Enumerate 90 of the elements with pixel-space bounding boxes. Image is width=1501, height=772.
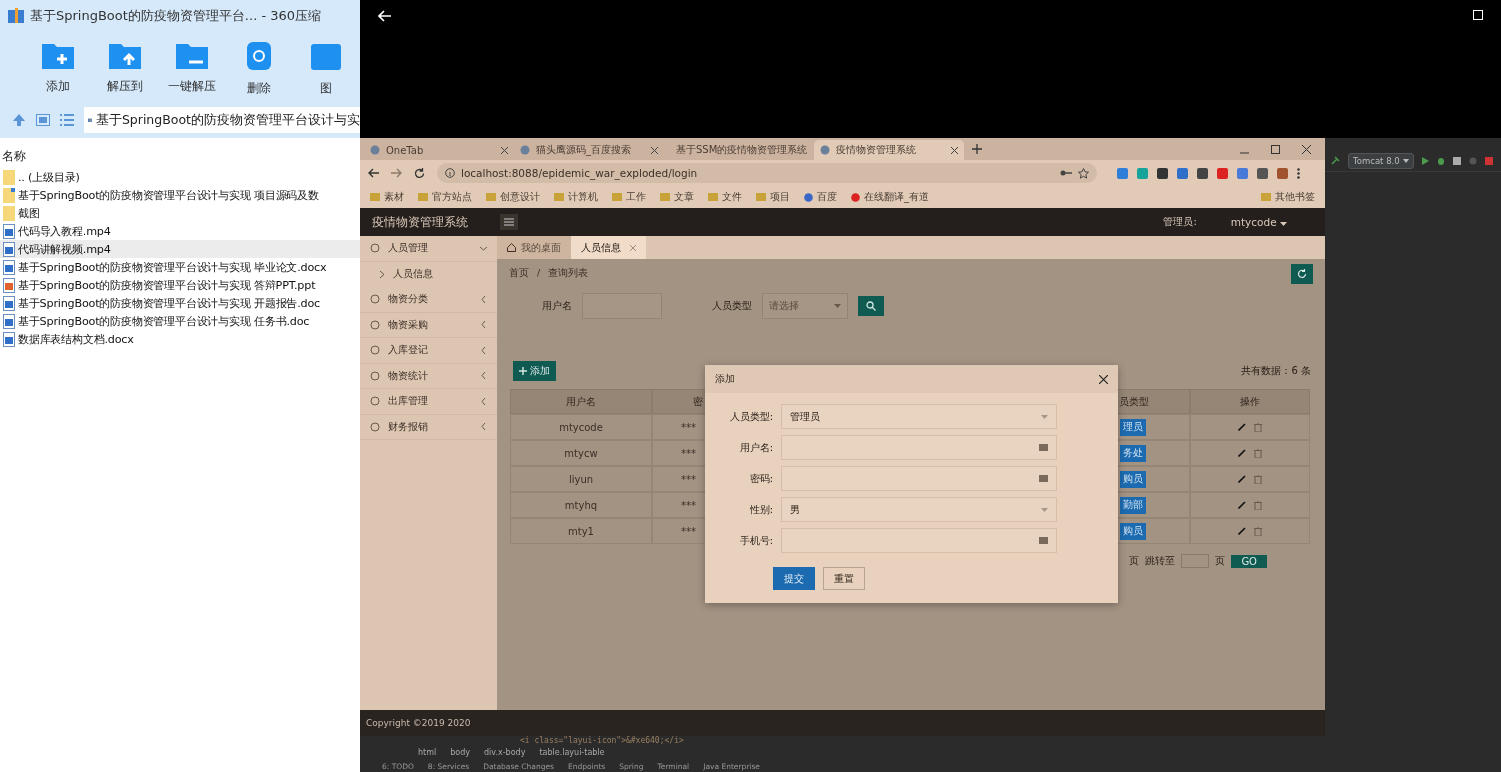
page-tab[interactable]: 我的桌面 — [497, 236, 571, 259]
file-row[interactable]: .. (上级目录) — [0, 168, 360, 186]
select-field[interactable]: 男 — [781, 497, 1057, 522]
toolbar-button[interactable]: 一键解压 — [158, 39, 226, 95]
table-cell: mtycode — [510, 414, 652, 440]
bookmark[interactable]: 在线翻译_有道 — [851, 190, 929, 204]
breadcrumb: / — [537, 266, 541, 278]
table-cell: mty1 — [510, 518, 652, 544]
bookmark[interactable]: 其他书签 — [1261, 190, 1315, 204]
field-label: 人员类型 — [712, 299, 752, 313]
column-header: 用户名 — [510, 389, 652, 414]
dialog-title: 添加 — [715, 372, 735, 386]
sidebar-subitem[interactable]: 人员信息 — [360, 261, 497, 287]
file-row[interactable]: 数据库表结构文档.docx — [0, 330, 360, 348]
address-field[interactable]: localhost:8088/epidemic_war_exploded/login — [437, 163, 1097, 183]
toolbar-button[interactable]: 添加 — [24, 39, 92, 95]
role-label: 管理员: — [1163, 215, 1197, 229]
window-title: 基于SpringBoot的防疫物资管理平台... - 360压缩 — [30, 7, 322, 25]
toolbar-button[interactable]: 删除 — [225, 37, 293, 97]
file-name: .. (上级目录) — [18, 169, 80, 185]
pager-text: 页 — [1215, 554, 1226, 568]
file-row[interactable]: 基于SpringBoot的防疫物资管理平台设计与实现 项目源码及数 — [0, 186, 360, 204]
file-name: 基于SpringBoot的防疫物资管理平台设计与实现 项目源码及数 — [18, 187, 319, 203]
bookmark[interactable]: 工作 — [612, 190, 646, 204]
select-field[interactable]: 管理员 — [781, 404, 1057, 429]
total-count: 共有数据：6 条 — [1241, 364, 1311, 378]
table-cell: mtycw — [510, 440, 652, 466]
bookmark[interactable]: 百度 — [804, 190, 837, 204]
field-label: 密码: — [748, 471, 773, 486]
role-tag: 理员 — [1120, 418, 1146, 436]
app-title: 疫情物资管理系统 — [372, 213, 469, 231]
pager-text: 跳转至 — [1145, 554, 1176, 568]
file-row[interactable]: 代码讲解视频.mp4 — [0, 240, 360, 258]
field-label: 性别: — [748, 502, 773, 517]
file-row[interactable]: 基于SpringBoot的防疫物资管理平台设计与实现 毕业论文.docx — [0, 258, 360, 276]
role-tag: 购员 — [1120, 470, 1146, 488]
browser-tab[interactable]: 猫头鹰源码_百度搜索 — [514, 140, 664, 160]
file-name: 基于SpringBoot的防疫物资管理平台设计与实现 答辩PPT.ppt — [18, 277, 316, 293]
field-label: 用户名: — [738, 440, 773, 455]
file-row[interactable]: 代码导入教程.mp4 — [0, 222, 360, 240]
file-row[interactable]: 截图 — [0, 204, 360, 222]
go-button[interactable]: GO — [1231, 554, 1267, 568]
file-name: 基于SpringBoot的防疫物资管理平台设计与实现 毕业论文.docx — [18, 259, 327, 275]
table-cell: mtyhq — [510, 492, 652, 518]
bookmark[interactable]: 计算机 — [554, 190, 598, 204]
file-row[interactable]: 基于SpringBoot的防疫物资管理平台设计与实现 任务书.doc — [0, 312, 360, 330]
reset-button[interactable]: 重置 — [823, 567, 865, 590]
bookmark[interactable]: 文件 — [708, 190, 742, 204]
breadcrumb[interactable]: html — [418, 748, 437, 760]
file-name: 基于SpringBoot的防疫物资管理平台设计与实现 开题报告.doc — [18, 295, 321, 311]
page-footer: Copyright ©2019 2020 — [360, 710, 1325, 736]
file-row[interactable]: 基于SpringBoot的防疫物资管理平台设计与实现 开题报告.doc — [0, 294, 360, 312]
add-button[interactable]: 添加 — [513, 361, 556, 381]
role-tag: 勤部 — [1120, 496, 1146, 514]
file-name: 代码讲解视频.mp4 — [18, 241, 111, 257]
browser-tab[interactable]: 疫情物资管理系统 — [814, 140, 964, 160]
breadcrumb[interactable]: 首页 — [509, 266, 529, 278]
breadcrumb[interactable]: body — [450, 748, 471, 760]
field-label: 用户名 — [542, 299, 572, 313]
bookmark[interactable]: 项目 — [756, 190, 790, 204]
column-header[interactable]: 名称 — [0, 148, 360, 168]
bookmark[interactable]: 创意设计 — [486, 190, 540, 204]
toolbar-button[interactable]: 解压到 — [91, 39, 159, 95]
role-tag: 务处 — [1120, 444, 1146, 462]
bookmark[interactable]: 官方站点 — [418, 190, 472, 204]
file-name: 代码导入教程.mp4 — [18, 223, 111, 239]
file-name: 数据库表结构文档.docx — [18, 331, 134, 347]
breadcrumb[interactable]: 查询列表 — [548, 266, 589, 278]
column-header: 操作 — [1190, 389, 1310, 414]
run-config-select[interactable]: Tomcat 8.0 — [1348, 152, 1414, 169]
page-tab[interactable]: 人员信息 — [571, 236, 646, 259]
role-tag: 购员 — [1120, 522, 1146, 540]
breadcrumb[interactable]: div.x-body — [484, 748, 526, 760]
toolbar-button[interactable]: 图 — [292, 37, 360, 97]
path-text: 基于SpringBoot的防疫物资管理平台设计与实 — [95, 111, 360, 129]
file-row[interactable]: 基于SpringBoot的防疫物资管理平台设计与实现 答辩PPT.ppt — [0, 276, 360, 294]
table-cell: liyun — [510, 466, 652, 492]
submit-button[interactable]: 提交 — [773, 567, 815, 590]
browser-tab[interactable]: 基于SSM的疫情物资管理系统 — [664, 140, 814, 160]
bookmark[interactable]: 素材 — [370, 190, 404, 204]
bookmark[interactable]: 文章 — [660, 190, 694, 204]
path-field[interactable]: 基于SpringBoot的防疫物资管理平台设计与实 — [84, 107, 360, 133]
file-name: 截图 — [18, 205, 40, 221]
breadcrumb[interactable]: table.layui-table — [539, 748, 605, 760]
file-name: 基于SpringBoot的防疫物资管理平台设计与实现 任务书.doc — [18, 313, 310, 329]
code-line: <i class="layui-icon">&#xe640;</i> — [519, 736, 685, 747]
browser-tab[interactable]: OneTab — [364, 140, 514, 160]
url-text: localhost:8088/epidemic_war_exploded/login — [461, 167, 699, 179]
pager-text: 页 — [1129, 554, 1140, 568]
user-menu[interactable]: mtycode — [1224, 215, 1293, 229]
